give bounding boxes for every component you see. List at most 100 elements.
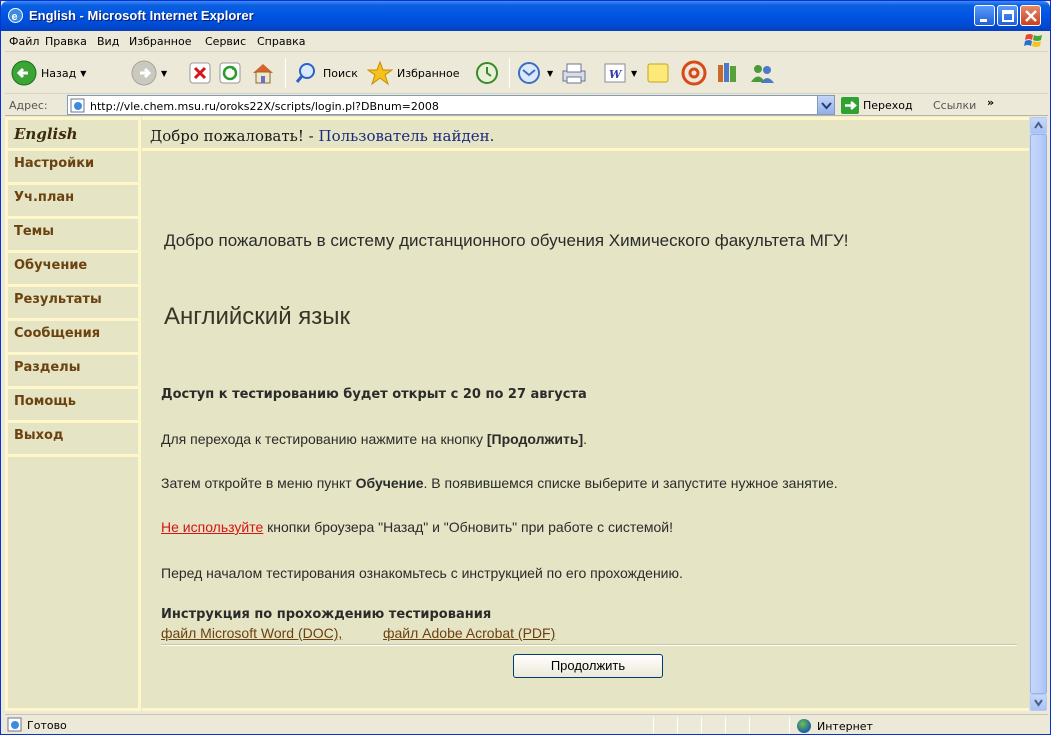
nav-item-label[interactable]: Настройки xyxy=(14,156,94,171)
print-button[interactable] xyxy=(561,56,587,90)
toolbar: Назад ▼ ▼ Поиск Избранное ▼ W ▼ xyxy=(5,52,1048,94)
instruction-learning: Затем откройте в меню пункт Обучение. В … xyxy=(161,475,838,491)
warning-link[interactable]: Не используйте xyxy=(161,519,263,535)
nav-item-label[interactable]: Выход xyxy=(14,428,63,443)
refresh-button[interactable] xyxy=(219,56,241,90)
links-label[interactable]: Ссылки xyxy=(933,99,976,112)
minimize-button[interactable] xyxy=(974,5,995,26)
greeting-text: Добро пожаловать! - xyxy=(150,127,319,145)
instruction-reading: Перед началом тестирования ознакомьтесь … xyxy=(161,565,683,581)
forward-arrow-icon xyxy=(131,60,157,86)
edit-dropdown-icon[interactable]: ▼ xyxy=(631,69,637,78)
nav-item-exit[interactable]: Выход xyxy=(5,423,141,457)
close-button[interactable] xyxy=(1020,5,1041,26)
forward-button[interactable]: ▼ xyxy=(131,56,167,90)
nav-title-text: English xyxy=(14,125,78,143)
nav-item-topics[interactable]: Темы xyxy=(5,219,141,253)
go-button[interactable]: Переход xyxy=(841,96,913,114)
minimize-icon xyxy=(980,19,987,22)
go-arrow-icon xyxy=(841,96,859,114)
nav-item-study-plan[interactable]: Уч.план xyxy=(5,185,141,219)
status-separator xyxy=(653,717,654,733)
search-label: Поиск xyxy=(323,66,358,80)
course-title: Английский язык xyxy=(164,303,351,330)
nav-title: English xyxy=(5,117,141,151)
address-input[interactable]: http://vle.chem.msu.ru/oroks22X/scripts/… xyxy=(67,95,835,115)
continue-button[interactable]: Продолжить xyxy=(513,654,663,678)
star-icon xyxy=(367,60,393,86)
messenger-button[interactable] xyxy=(681,56,707,90)
discuss-button[interactable] xyxy=(645,56,671,90)
menu-favorites[interactable]: Избранное xyxy=(129,35,191,48)
favorites-button[interactable]: Избранное xyxy=(367,56,459,90)
history-button[interactable] xyxy=(475,56,499,90)
home-button[interactable] xyxy=(251,56,275,90)
nav-item-results[interactable]: Результаты xyxy=(5,287,141,321)
back-dropdown-icon[interactable]: ▼ xyxy=(80,69,86,78)
menu-bar: Файл Правка Вид Избранное Сервис Справка xyxy=(5,31,1048,52)
page-status-icon xyxy=(7,717,22,732)
mail-icon xyxy=(518,62,540,84)
nav-item-label[interactable]: Сообщения xyxy=(14,326,100,341)
menu-view[interactable]: Вид xyxy=(97,35,119,48)
browser-window: e English - Microsoft Internet Explorer … xyxy=(0,0,1051,735)
back-arrow-icon xyxy=(11,60,37,86)
header-text: Добро пожаловать! - Пользователь найден. xyxy=(150,127,494,145)
address-dropdown-icon[interactable] xyxy=(817,96,834,114)
nav-item-label[interactable]: Уч.план xyxy=(14,190,74,205)
pdf-link[interactable]: файл Adobe Acrobat (PDF) xyxy=(383,625,555,641)
left-navigation: English Настройки Уч.план Темы Обучение … xyxy=(5,117,141,711)
maximize-button[interactable] xyxy=(997,5,1018,26)
stop-icon xyxy=(189,62,211,84)
p3-suffix: кнопки броузера "Назад" и "Обновить" при… xyxy=(263,519,673,535)
p1-prefix: Для перехода к тестированию нажмите на к… xyxy=(161,431,487,447)
printer-icon xyxy=(562,63,586,84)
close-icon xyxy=(1025,10,1037,22)
back-label: Назад xyxy=(41,66,77,80)
edit-word-button[interactable]: W ▼ xyxy=(603,56,637,90)
status-bar: Готово Интернет xyxy=(5,714,1048,734)
p1-bold: [Продолжить] xyxy=(486,431,584,447)
scroll-thumb[interactable] xyxy=(1030,134,1047,694)
address-label: Адрес: xyxy=(9,99,48,112)
nav-item-messages[interactable]: Сообщения xyxy=(5,321,141,355)
chevron-right-icon[interactable]: » xyxy=(987,96,994,109)
nav-item-learning[interactable]: Обучение xyxy=(5,253,141,287)
nav-item-help[interactable]: Помощь xyxy=(5,389,141,423)
nav-item-label[interactable]: Обучение xyxy=(14,258,87,273)
status-separator xyxy=(789,717,790,733)
menu-help[interactable]: Справка xyxy=(257,35,305,48)
status-text: Готово xyxy=(27,719,67,732)
forward-dropdown-icon[interactable]: ▼ xyxy=(161,69,167,78)
mail-dropdown-icon[interactable]: ▼ xyxy=(547,69,553,78)
ie-icon: e xyxy=(8,8,23,23)
people-icon xyxy=(751,65,774,83)
warning-text: Не используйте кнопки броузера "Назад" и… xyxy=(161,519,673,535)
scroll-down-icon[interactable] xyxy=(1030,694,1047,711)
menu-file[interactable]: Файл xyxy=(9,35,39,48)
p2-suffix: . В появившемся списке выберите и запуст… xyxy=(423,475,838,491)
nav-item-label[interactable]: Разделы xyxy=(14,360,80,375)
vertical-scrollbar[interactable] xyxy=(1029,117,1047,711)
nav-item-label[interactable]: Результаты xyxy=(14,292,102,307)
menu-tools[interactable]: Сервис xyxy=(205,35,246,48)
search-button[interactable]: Поиск xyxy=(295,56,358,90)
nav-item-sections[interactable]: Разделы xyxy=(5,355,141,389)
nav-item-label[interactable]: Помощь xyxy=(14,394,76,409)
nav-item-label[interactable]: Темы xyxy=(14,224,54,239)
research-button[interactable] xyxy=(715,56,741,90)
p2-bold: Обучение xyxy=(355,475,424,491)
search-icon xyxy=(295,63,315,83)
stop-button[interactable] xyxy=(189,56,211,90)
nav-item-settings[interactable]: Настройки xyxy=(5,151,141,185)
contacts-button[interactable] xyxy=(749,56,775,90)
toolbar-separator xyxy=(285,58,286,88)
back-button[interactable]: Назад ▼ xyxy=(11,56,86,90)
refresh-icon xyxy=(219,62,241,84)
menu-edit[interactable]: Правка xyxy=(45,35,87,48)
note-icon xyxy=(647,63,669,83)
doc-link[interactable]: файл Microsoft Word (DOC), xyxy=(161,625,342,641)
title-bar: e English - Microsoft Internet Explorer xyxy=(1,1,1050,31)
mail-button[interactable]: ▼ xyxy=(517,56,553,90)
scroll-up-icon[interactable] xyxy=(1030,117,1047,134)
